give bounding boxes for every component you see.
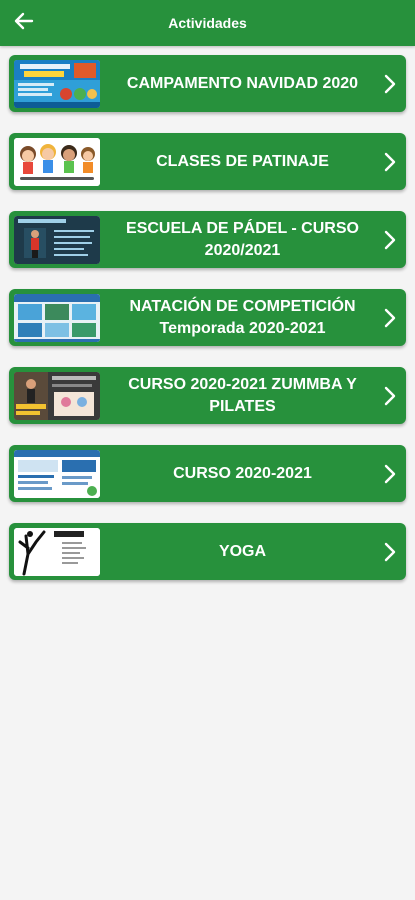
activity-title: CURSO 2020-2021 ZUMMBA Y PILATES [128,375,357,415]
activity-thumbnail [14,294,100,342]
activity-title: ESCUELA DE PÁDEL - CURSO 2020/2021 [126,219,359,259]
activity-title: NATACIÓN DE COMPETICIÓN Temporada 2020-2… [129,297,356,337]
chevron-right-icon [384,464,396,484]
activity-card-clases-patinaje[interactable]: CLASES DE PATINAJE [9,133,406,190]
activities-list: CAMPAMENTO NAVIDAD 2020 CLASES DE PATINA… [0,46,415,580]
top-app-bar: Actividades [0,0,415,46]
activity-title: CAMPAMENTO NAVIDAD 2020 [126,74,359,92]
activity-thumbnail [14,60,100,108]
activity-card-campamento-navidad[interactable]: CAMPAMENTO NAVIDAD 2020 [9,55,406,112]
activity-title: CLASES DE PATINAJE [156,152,329,170]
app-screen: Actividades CAMPAMENTO NAVIDAD 2020 CLAS… [0,0,415,900]
activity-title: CURSO 2020-2021 [173,464,312,482]
chevron-right-icon [384,152,396,172]
page-title: Actividades [168,15,247,31]
activity-thumbnail [14,450,100,498]
back-button[interactable] [6,3,42,39]
activity-thumbnail [14,372,100,420]
chevron-right-icon [384,308,396,328]
activity-card-natacion-competicion[interactable]: NATACIÓN DE COMPETICIÓN Temporada 2020-2… [9,289,406,346]
chevron-right-icon [384,386,396,406]
activity-card-zumba-pilates[interactable]: CURSO 2020-2021 ZUMMBA Y PILATES [9,367,406,424]
activity-card-curso-2020-2021[interactable]: CURSO 2020-2021 [9,445,406,502]
chevron-right-icon [384,230,396,250]
activity-thumbnail [14,528,100,576]
activity-thumbnail [14,138,100,186]
activity-thumbnail [14,216,100,264]
chevron-right-icon [384,74,396,94]
activity-card-yoga[interactable]: YOGA [9,523,406,580]
chevron-right-icon [384,542,396,562]
arrow-left-icon [14,12,34,30]
activity-title: YOGA [218,542,267,560]
activity-card-escuela-padel[interactable]: ESCUELA DE PÁDEL - CURSO 2020/2021 [9,211,406,268]
